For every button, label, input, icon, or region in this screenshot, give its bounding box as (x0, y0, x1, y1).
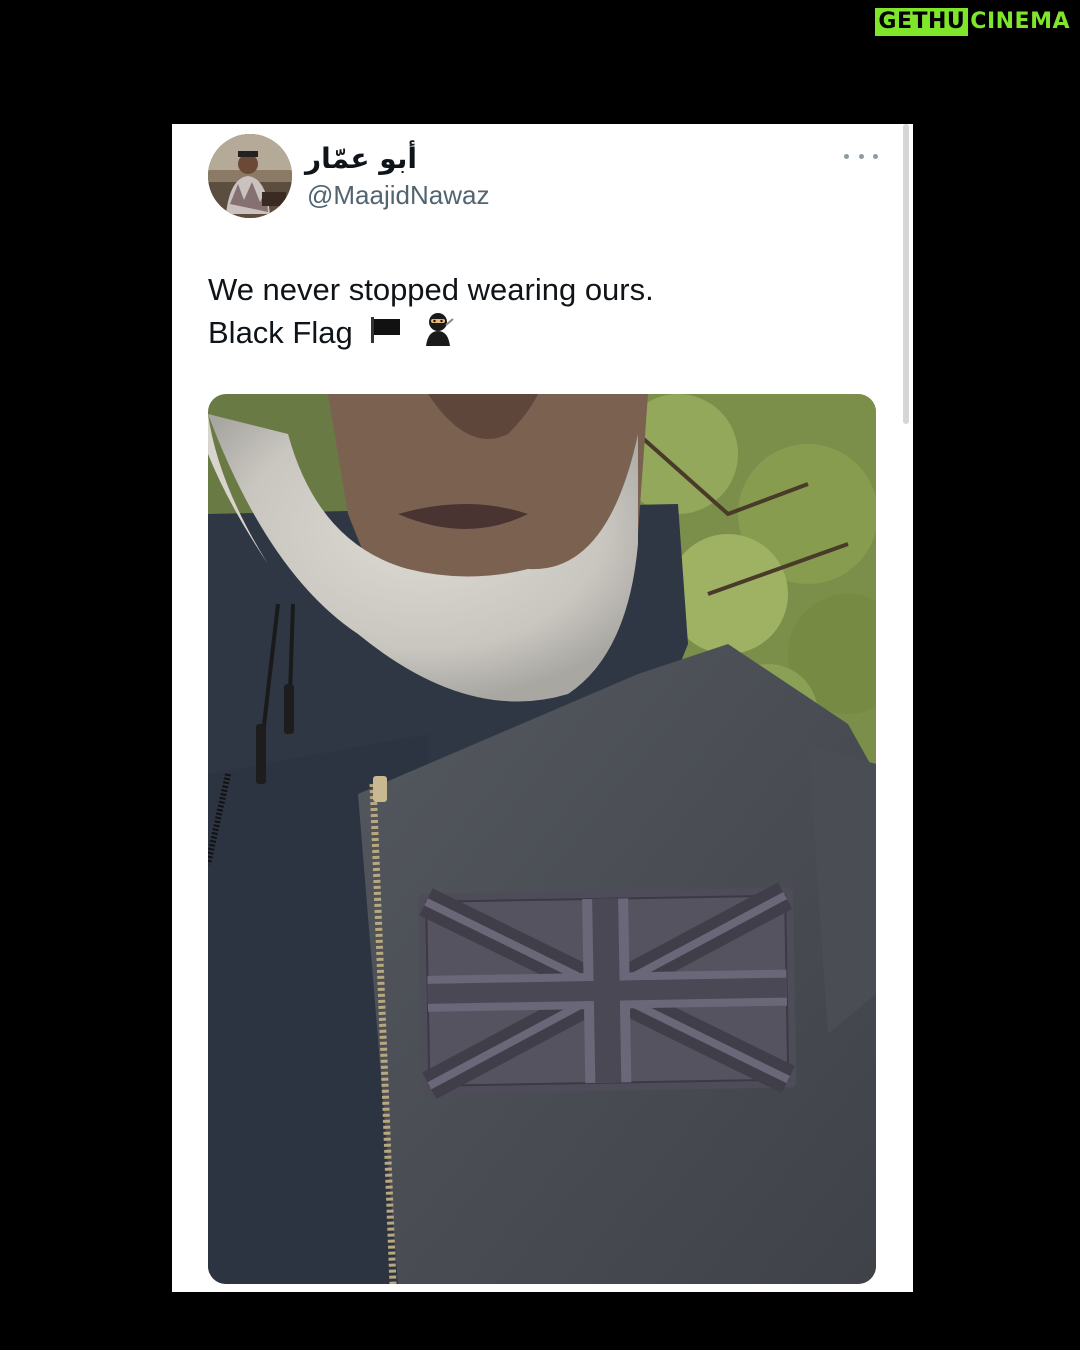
scrollbar[interactable] (903, 124, 909, 424)
avatar[interactable] (208, 134, 292, 218)
watermark-right: CINEMA (970, 9, 1070, 34)
ninja-icon (420, 311, 456, 358)
more-options-icon[interactable] (844, 146, 878, 166)
handle[interactable]: @MaajidNawaz (307, 180, 489, 211)
tweet-text: We never stopped wearing ours. Black Fla… (208, 268, 868, 358)
avatar-image (208, 134, 292, 218)
photo-image (208, 394, 876, 1284)
tweet-text-line-1: We never stopped wearing ours. (208, 272, 654, 307)
black-flag-icon (369, 313, 403, 356)
tweet-card: أبو عمّار @MaajidNawaz We never stopped … (172, 124, 913, 1292)
tweet-text-line-2: Black Flag (208, 311, 868, 358)
tweet-photo[interactable] (208, 394, 876, 1284)
watermark: GETHU CINEMA (875, 8, 1070, 36)
watermark-left: GETHU (875, 8, 969, 36)
display-name[interactable]: أبو عمّار (305, 142, 417, 175)
tweet-text-line-2-text: Black Flag (208, 315, 353, 350)
